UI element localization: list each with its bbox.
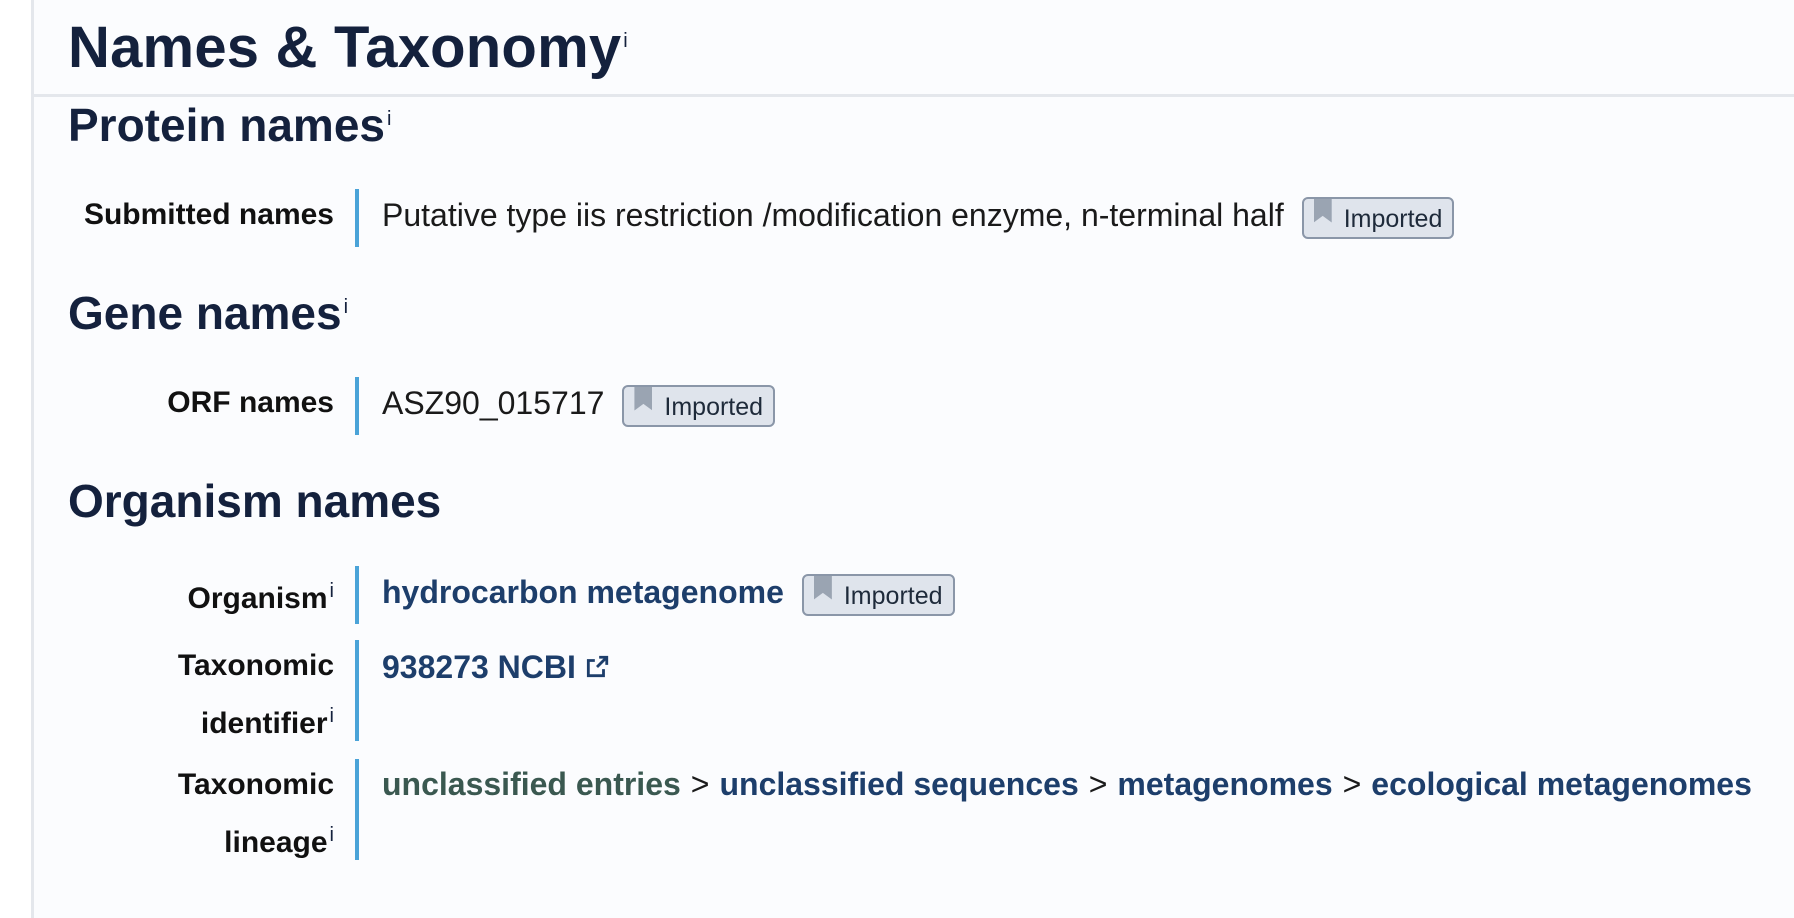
taxonomic-identifier-value: 938273 NCBI xyxy=(382,642,610,693)
bookmark-icon xyxy=(813,575,832,600)
row-accent-bar xyxy=(355,189,359,247)
imported-badge[interactable]: Imported xyxy=(622,384,776,427)
orf-names-value: ASZ90_015717 Imported xyxy=(382,378,776,429)
row-accent-bar xyxy=(355,566,359,624)
orf-names-label: ORF names xyxy=(167,386,334,419)
lineage-item-link[interactable]: ecological metagenomes xyxy=(1371,766,1752,802)
card-header: Names & Taxonomy i xyxy=(34,0,1794,97)
lineage-item-link[interactable]: metagenomes xyxy=(1117,766,1332,802)
section-title: Names & Taxonomy i xyxy=(68,15,628,80)
taxonomic-lineage-label: Taxonomic lineage i xyxy=(177,768,334,859)
bookmark-icon xyxy=(634,386,653,411)
lineage-separator: > xyxy=(1088,766,1108,802)
ncbi-taxid-link[interactable]: 938273 NCBI xyxy=(382,649,576,685)
names-taxonomy-panel: Names & Taxonomy i Protein names i Submitt… xyxy=(31,0,1794,918)
organism-value: hydrocarbon metagenome Imported xyxy=(382,567,955,618)
info-icon[interactable]: i xyxy=(387,108,391,130)
organism-label: Organism i xyxy=(187,580,335,615)
protein-names-heading: Protein names i xyxy=(68,99,392,151)
bookmark-icon xyxy=(1313,198,1332,223)
submitted-names-label: Submitted names xyxy=(83,198,334,231)
row-accent-bar xyxy=(355,640,359,741)
lineage-separator: > xyxy=(1342,766,1362,802)
organism-names-heading: Organism names xyxy=(68,475,442,527)
gene-names-heading: Gene names i xyxy=(68,287,349,339)
info-icon[interactable]: i xyxy=(623,30,628,52)
submitted-names-value: Putative type iis restriction /modificat… xyxy=(382,190,1455,241)
info-icon[interactable]: i xyxy=(330,580,334,602)
row-accent-bar xyxy=(355,759,359,860)
imported-badge[interactable]: Imported xyxy=(1301,196,1455,239)
taxonomic-identifier-label: Taxonomic identifier i xyxy=(177,649,334,740)
imported-badge[interactable]: Imported xyxy=(801,573,955,616)
row-accent-bar xyxy=(355,377,359,435)
lineage-item-link[interactable]: unclassified sequences xyxy=(719,766,1078,802)
organism-link[interactable]: hydrocarbon metagenome xyxy=(382,574,784,610)
lineage-separator: > xyxy=(690,766,710,802)
external-link-icon[interactable] xyxy=(584,654,610,680)
lineage-item: unclassified entries xyxy=(382,766,681,802)
info-icon[interactable]: i xyxy=(330,705,334,727)
taxonomic-lineage-value: unclassified entries > unclassified sequen… xyxy=(382,759,1752,810)
info-icon[interactable]: i xyxy=(330,824,334,846)
info-icon[interactable]: i xyxy=(344,296,348,318)
